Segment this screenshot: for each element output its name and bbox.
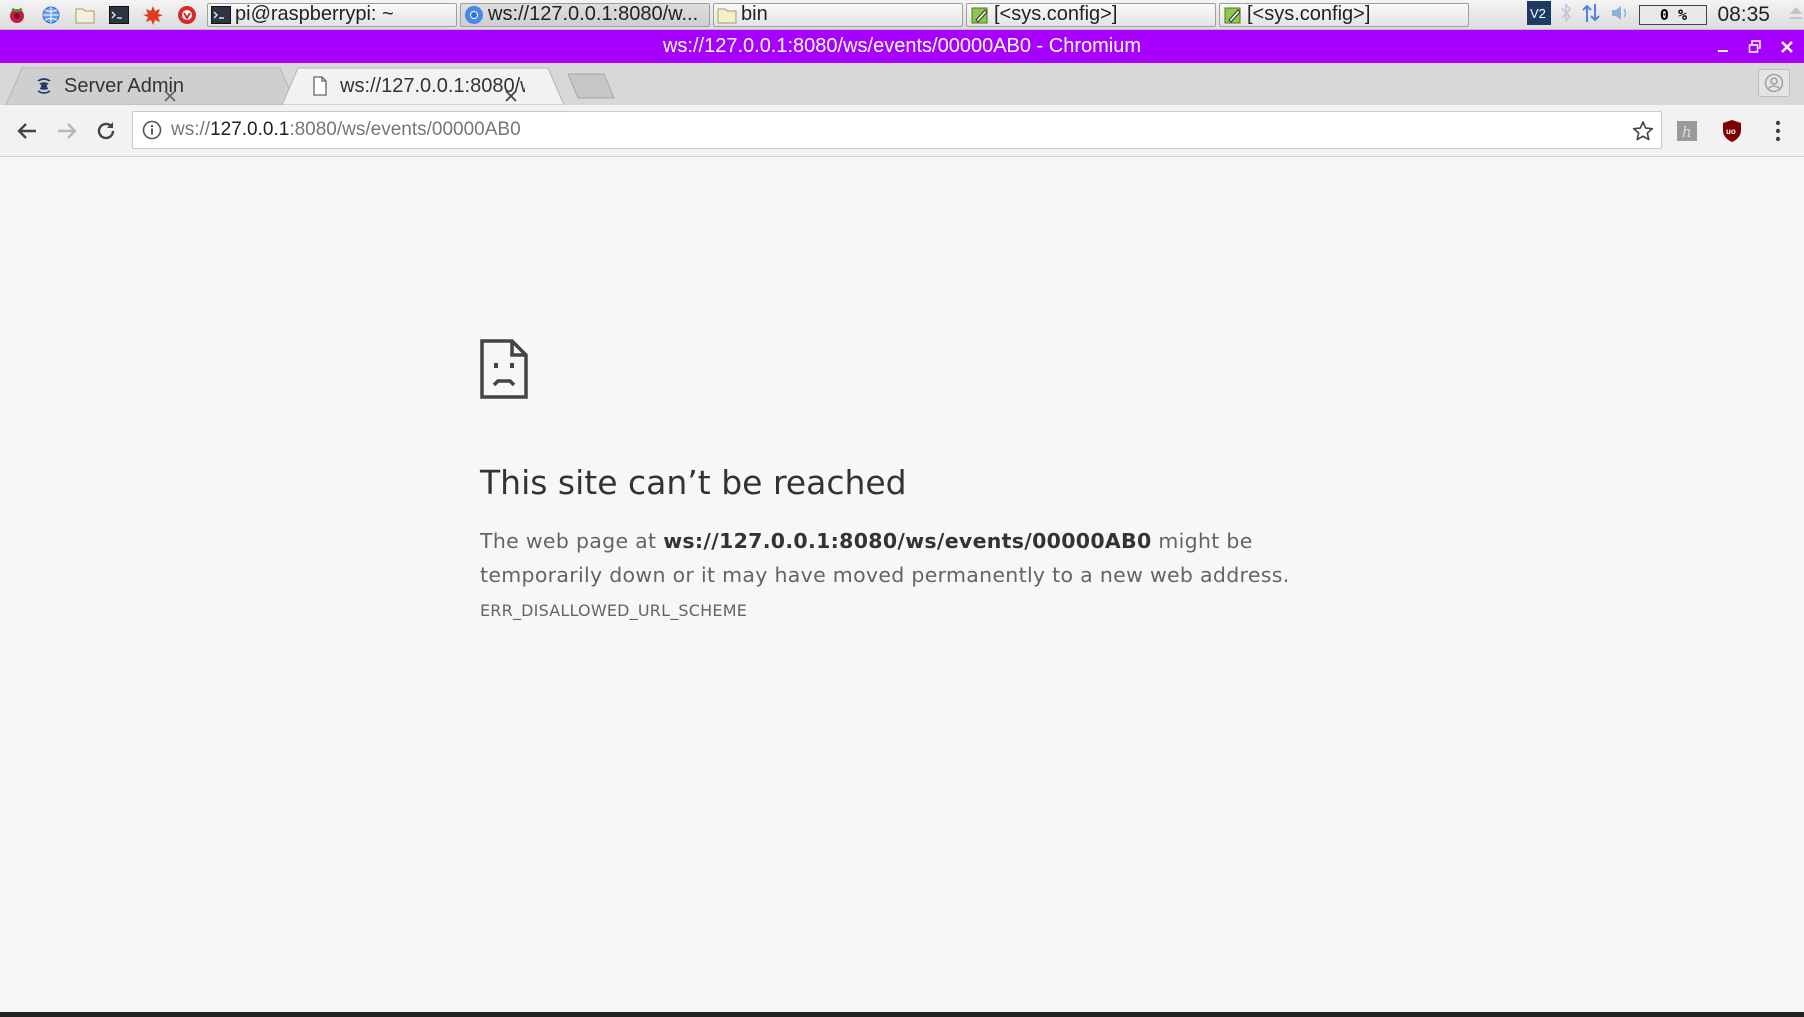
restore-icon [1748,39,1761,53]
minimize-icon [1718,49,1728,52]
cpu-usage-meter: 0 % [1639,5,1708,25]
tab-close-button[interactable] [503,88,519,104]
wolfram-icon [176,4,198,26]
tab-close-button[interactable] [162,88,178,104]
raspberry-menu-icon [6,4,28,26]
close-icon [505,90,517,102]
url-host: 127.0.0.1 [210,119,290,140]
terminal-launcher[interactable] [102,0,136,30]
tab-strip: Server Admin ws://127.0.0.1:8080/ws/even… [0,63,1804,105]
new-tab-button[interactable] [566,73,616,99]
kebab-menu-icon [1775,120,1781,142]
folder-icon [717,5,737,25]
back-arrow-icon [17,123,36,139]
window-controls [1714,30,1796,63]
task-editor-1[interactable]: [<sys.config>] [966,2,1216,27]
task-file-manager[interactable]: bin [713,2,963,27]
task-terminal[interactable]: pi@raspberrypi: ~ [207,2,457,27]
editor-icon [970,5,990,25]
task-label: [<sys.config>] [1247,3,1371,26]
web-browser-launcher[interactable] [34,0,68,30]
server-admin-icon [34,76,54,96]
ublock-origin-icon[interactable]: uo [1719,118,1745,144]
wolfram-launcher[interactable] [170,0,204,30]
sad-page-icon [480,339,528,399]
desktop-taskbar: pi@raspberrypi: ~ ws://127.0.0.1:8080/w.… [0,0,1804,30]
address-bar[interactable]: ws://127.0.0.1:8080/ws/events/00000AB0 [132,111,1662,149]
close-icon [1781,40,1793,53]
error-page: This site can’t be reached The web page … [0,157,1804,1012]
url-path: :8080/ws/events/00000AB0 [289,119,521,140]
bluetooth-icon[interactable] [1559,2,1573,28]
tab-active-ws[interactable]: ws://127.0.0.1:8080/ws/events/00000AB0 [282,67,564,105]
math-app-icon [142,4,164,26]
close-window-button[interactable] [1778,38,1796,56]
volume-icon[interactable] [1609,2,1631,28]
terminal-icon [108,4,130,26]
math-app-launcher[interactable] [136,0,170,30]
tab-title: ws://127.0.0.1:8080/ws/events/00000AB0 [340,74,525,97]
page-icon [310,76,330,96]
window-title: ws://127.0.0.1:8080/ws/events/00000AB0 -… [662,35,1142,57]
raspberry-menu-button[interactable] [0,0,34,30]
forward-arrow-icon [58,123,77,139]
info-icon[interactable] [141,119,163,141]
chrome-menu-button[interactable] [1765,118,1791,144]
minimize-button[interactable] [1714,38,1732,56]
error-message: The web page at ws://127.0.0.1:8080/ws/e… [480,524,1330,592]
task-label: bin [741,3,768,26]
profile-button[interactable] [1758,69,1790,97]
chromium-icon [464,5,484,25]
url-scheme: ws:// [171,119,211,140]
task-label: [<sys.config>] [994,3,1118,26]
error-code: ERR_DISALLOWED_URL_SCHEME [480,601,748,620]
avatar-icon [1764,73,1784,93]
task-label: ws://127.0.0.1:8080/w... [488,3,699,26]
error-url: ws://127.0.0.1:8080/ws/events/00000AB0 [663,529,1152,553]
screen-bottom-edge [0,1012,1804,1017]
task-editor-2[interactable]: [<sys.config>] [1219,2,1469,27]
error-heading: This site can’t be reached [480,463,907,502]
eject-icon[interactable] [1788,5,1804,25]
maximize-button[interactable] [1746,38,1764,56]
file-manager-launcher[interactable] [68,0,102,30]
error-message-prefix: The web page at [480,529,664,553]
new-tab-icon [567,73,615,99]
system-tray: V2 0 % 08:35 [1519,0,1804,30]
tab-server-admin[interactable]: Server Admin [6,67,296,105]
back-button[interactable] [14,118,40,144]
network-icon[interactable] [1581,2,1601,28]
task-label: pi@raspberrypi: ~ [235,3,394,26]
svg-text:h: h [1682,123,1692,141]
vnc-icon[interactable]: V2 [1527,1,1552,29]
web-browser-icon [40,4,62,26]
close-icon [164,90,176,102]
clock[interactable]: 08:35 [1717,3,1770,27]
svg-text:uo: uo [1726,127,1736,136]
extension-h-icon[interactable]: h [1674,118,1700,144]
editor-icon [1223,5,1243,25]
bookmark-star-icon[interactable] [1631,119,1655,143]
file-manager-icon [74,4,96,26]
terminal-icon [211,5,231,25]
forward-button[interactable] [54,118,80,144]
browser-toolbar: ws://127.0.0.1:8080/ws/events/00000AB0 h… [0,105,1804,157]
window-titlebar[interactable]: ws://127.0.0.1:8080/ws/events/00000AB0 -… [0,30,1804,63]
reload-icon [97,122,115,140]
reload-button[interactable] [93,118,119,144]
task-chromium[interactable]: ws://127.0.0.1:8080/w... [460,2,710,27]
svg-text:V2: V2 [1530,6,1546,21]
